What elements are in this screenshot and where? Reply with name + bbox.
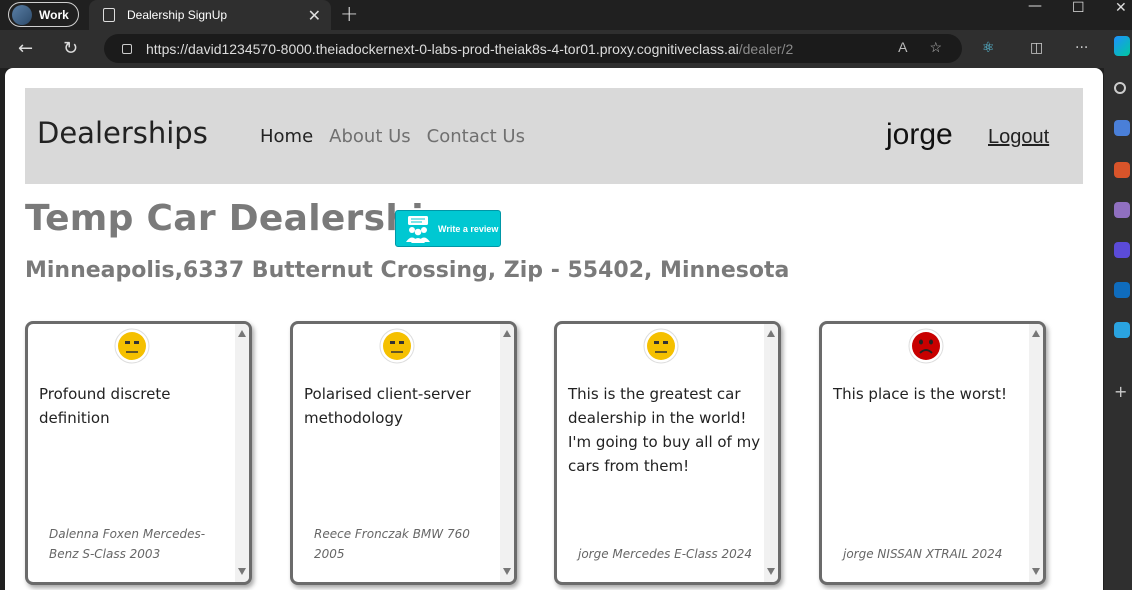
tab-title: Dealership SignUp [127,8,228,22]
nav-links: Home About Us Contact Us [260,126,525,147]
nav-home-link[interactable]: Home [260,126,313,147]
write-review-button[interactable]: Write a review [395,210,501,247]
neutral-face-icon [114,328,150,364]
dealer-address: Minneapolis,6337 Butternut Crossing, Zip… [25,258,790,283]
maximize-icon[interactable]: ☐ [1072,0,1085,16]
new-tab-icon[interactable]: + [340,2,358,27]
page-viewport: Dealerships Home About Us Contact Us jor… [5,68,1103,590]
scroll-up-icon[interactable] [767,330,775,337]
url-host: https://david1234570-8000.theiadockernex… [146,40,739,57]
review-meta: Reece Fronczak BMW 760 2005 [314,527,470,561]
profile-button[interactable]: Work [8,2,79,27]
tools-icon[interactable] [1114,162,1130,178]
write-review-label: Write a review [438,223,499,234]
search-icon[interactable] [1114,82,1126,94]
card-scrollbar[interactable] [500,324,514,582]
review-card[interactable]: This is the greatest car dealership in t… [554,321,781,585]
neutral-face-icon [643,328,679,364]
review-people-icon [406,215,430,243]
nav-contact-link[interactable]: Contact Us [427,126,525,147]
review-card[interactable]: Profound discrete definition Dalenna Fox… [25,321,252,585]
copilot-app-icon[interactable] [1114,242,1130,258]
read-aloud-icon[interactable]: A [898,39,907,56]
review-text: This place is the worst! [833,385,1008,403]
card-scrollbar[interactable] [235,324,249,582]
add-icon[interactable]: + [1114,382,1130,401]
nav-about-link[interactable]: About Us [329,126,411,147]
page-icon [103,8,115,22]
browser-sidebar: + [1104,68,1132,590]
site-navbar: Dealerships Home About Us Contact Us jor… [25,88,1083,184]
review-meta: Dalenna Foxen Mercedes-Benz S-Class 2003 [49,527,206,561]
shopping-tag-icon[interactable] [1114,120,1130,136]
review-meta: jorge NISSAN XTRAIL 2024 [843,547,1003,561]
scroll-down-icon[interactable] [238,568,246,575]
review-text: This is the greatest car dealership in t… [568,385,761,475]
url-path: /dealer/2 [738,40,794,57]
review-card[interactable]: This place is the worst! jorge NISSAN XT… [819,321,1046,585]
split-screen-icon[interactable]: ◫ [1030,40,1043,56]
back-icon[interactable]: ← [18,38,33,59]
scroll-down-icon[interactable] [503,568,511,575]
send-icon[interactable] [1114,322,1130,338]
outlook-icon[interactable] [1114,282,1130,298]
address-bar[interactable]: https://david1234570-8000.theiadockernex… [104,34,962,63]
neutral-face-icon [379,328,415,364]
review-meta: jorge Mercedes E-Class 2024 [578,547,752,561]
logout-link[interactable]: Logout [988,126,1049,149]
username-label: jorge [886,118,953,151]
scroll-down-icon[interactable] [767,568,775,575]
address-toolbar: ← ↻ https://david1234570-8000.theiadocke… [0,30,1132,68]
scroll-down-icon[interactable] [1032,568,1040,575]
reload-icon[interactable]: ↻ [63,38,78,59]
people-icon[interactable] [1114,202,1130,218]
copilot-icon[interactable] [1114,36,1130,56]
avatar [12,4,32,25]
favorite-star-icon[interactable]: ☆ [929,39,942,56]
review-text: Profound discrete definition [39,385,171,427]
dealer-name: Temp Car Dealership [25,198,450,239]
profile-label: Work [39,7,69,22]
review-card[interactable]: Polarised client-server methodology Reec… [290,321,517,585]
lock-icon [122,43,132,54]
scroll-up-icon[interactable] [238,330,246,337]
close-window-icon[interactable]: ✕ [1115,0,1127,16]
scroll-up-icon[interactable] [1032,330,1040,337]
card-scrollbar[interactable] [764,324,778,582]
more-menu-icon[interactable]: ··· [1075,40,1088,56]
review-text: Polarised client-server methodology [304,385,471,427]
close-tab-icon[interactable]: ✕ [308,6,321,26]
sad-face-icon [908,328,944,364]
site-brand[interactable]: Dealerships [37,116,208,150]
react-devtools-icon[interactable]: ⚛ [982,40,995,56]
browser-tab[interactable]: Dealership SignUp ✕ [89,0,331,30]
card-scrollbar[interactable] [1029,324,1043,582]
scroll-up-icon[interactable] [503,330,511,337]
browser-tab-bar: Work Dealership SignUp ✕ + — ☐ ✕ [0,0,1132,30]
minimize-icon[interactable]: — [1028,0,1042,14]
